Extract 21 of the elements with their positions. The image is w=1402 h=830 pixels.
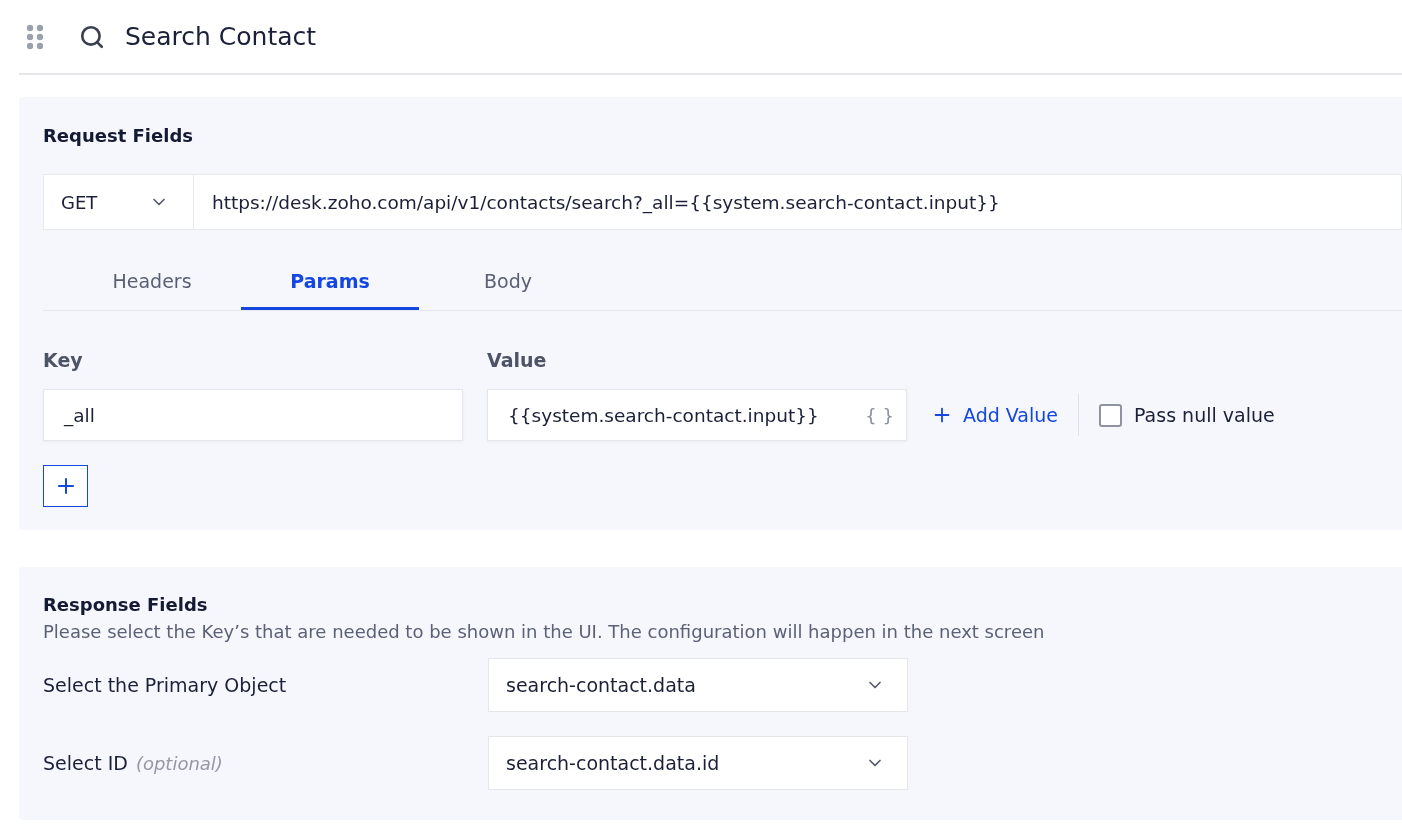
section-title: Request Fields [43,125,194,146]
tab[interactable]: Params [241,254,419,310]
select-dropdown[interactable]: search-contact.data [488,658,908,712]
add-row-button[interactable] [43,465,88,507]
search-icon [79,23,105,50]
field-label: Select the Primary Object [43,674,287,696]
add-value-link[interactable]: Add Value [931,404,1058,426]
column-label: Value [487,349,548,371]
section-title: Response Fields [43,594,209,615]
drag-handle-icon[interactable] [27,23,43,50]
section-description: Please select the Key’s that are needed to be shown in the UI. The configuration will happen in the next screen [43,621,1046,642]
tab[interactable]: Body [419,254,597,310]
value-field[interactable]: {{system.search-contact.input}} { } [487,389,907,441]
pass-null-checkbox[interactable]: Pass null value [1099,403,1275,427]
select-dropdown[interactable]: search-contact.data.id [488,736,908,790]
tab[interactable]: Headers [63,254,241,310]
column-label: Key [43,349,84,371]
key-field[interactable]: _all [43,389,463,441]
page-title: Search Contact [125,22,317,51]
optional-hint: (optional) [135,753,223,774]
field-label: Select ID [43,752,128,774]
